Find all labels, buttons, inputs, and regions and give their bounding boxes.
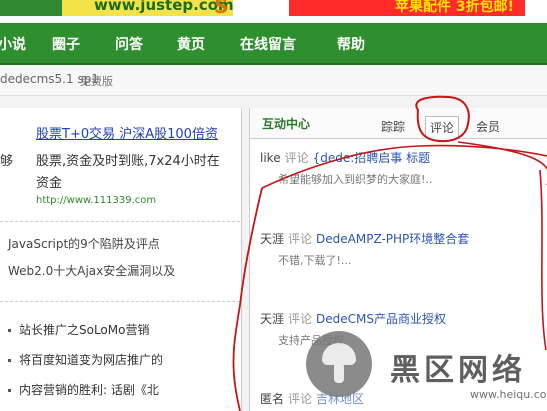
ad-body-line2: 资金 <box>36 176 63 191</box>
comment-text: 不错,下载了!... <box>278 254 352 267</box>
ad-url[interactable]: http://www.111339.com <box>36 195 156 206</box>
top-banner-strip: www.justep.com S 苹果配件 3折包邮! <box>0 0 547 22</box>
comment-article-link[interactable]: {dede:招聘启事 标题 <box>313 151 431 165</box>
watermark-url: www.heiqu.com <box>470 388 547 401</box>
ad-left-fragment: 够 <box>0 154 14 169</box>
version-free-label: 免费版 <box>80 75 113 88</box>
comment-user[interactable]: 匿名 <box>260 392 284 406</box>
partner-banner-url: www.justep.com <box>94 0 234 14</box>
promo-banner-right: 苹果配件 3折包邮! <box>395 0 514 15</box>
nav-item-guestbook[interactable]: 在线留言 <box>240 34 296 54</box>
partner-banner-s: S <box>214 0 229 18</box>
list-item-label: 内容营销的胜利: 话剧《北 <box>19 383 159 397</box>
tab-members[interactable]: 会员 <box>476 118 500 135</box>
version-bar: dedecms5.1 sp1 免费版 <box>0 65 547 96</box>
nav-item-help[interactable]: 帮助 <box>337 34 365 54</box>
mushroom-stem <box>334 363 344 383</box>
partner-banner-tag <box>0 0 62 16</box>
nav-item-qa[interactable]: 问答 <box>115 34 143 54</box>
panel-header: 互动中心 踪踪 评论 会员 <box>250 108 547 139</box>
nav-item-circle[interactable]: 圈子 <box>52 34 80 54</box>
comment-action: 评论 <box>284 151 309 165</box>
bullet-icon <box>8 329 11 332</box>
list-item[interactable]: 将百度知道变为网店推广的 <box>8 351 163 368</box>
comment-action: 评论 <box>288 392 313 406</box>
article-link-1[interactable]: JavaScript的9个陷阱及评点 <box>8 235 160 252</box>
article-link-2[interactable]: Web2.0十大Ajax安全漏洞以及 <box>8 262 175 279</box>
list-item[interactable]: 内容营销的胜利: 话剧《北 <box>8 381 159 398</box>
tab-tracking[interactable]: 踪踪 <box>381 118 405 135</box>
ad-title-link[interactable]: 股票T+0交易 沪深A股100倍资 <box>36 123 218 142</box>
ad-body-line1: 股票,资金及时到账,7x24小时在 <box>36 154 220 169</box>
list-item-label: 站长推广之SoLoMo营销 <box>19 323 150 337</box>
divider <box>0 301 240 302</box>
comment-entry: like 评论 {dede:招聘启事 标题 <box>260 149 430 166</box>
nav-item-novel[interactable]: 小说 <box>0 34 26 54</box>
panel-title: 互动中心 <box>262 117 311 131</box>
list-item[interactable]: 站长推广之SoLoMo营销 <box>8 321 149 338</box>
mushroom-cap <box>322 343 356 365</box>
main-nav: 小说 圈子 问答 黄页 在线留言 帮助 <box>0 23 547 65</box>
comment-entry: 天涯 评论 DedeCMS产品商业授权 <box>260 310 446 327</box>
comment-user[interactable]: like <box>260 151 281 165</box>
bullet-icon <box>8 359 11 362</box>
watermark-text: 黑区网络 <box>390 353 526 388</box>
comment-user[interactable]: 天涯 <box>260 232 284 246</box>
comment-user[interactable]: 天涯 <box>260 312 284 326</box>
partner-banner[interactable]: www.justep.com S <box>0 0 234 18</box>
promo-banner[interactable]: 苹果配件 3折包邮! <box>289 0 525 16</box>
comment-action: 评论 <box>288 312 313 326</box>
divider <box>0 221 240 222</box>
comment-article-link[interactable]: DedeCMS产品商业授权 <box>316 312 446 326</box>
left-column: 股票T+0交易 沪深A股100倍资 够 股票,资金及时到账,7x24小时在 资金… <box>0 108 242 411</box>
comment-article-link[interactable]: DedeAMPZ-PHP环境整合套 <box>316 232 469 246</box>
watermark-logo-icon <box>306 331 372 397</box>
nav-item-yellowpages[interactable]: 黄页 <box>177 34 205 54</box>
tab-comments[interactable]: 评论 <box>425 116 460 139</box>
list-item-label: 将百度知道变为网店推广的 <box>19 353 164 367</box>
comment-text: 希望能够加入到织梦的大家庭!.. <box>278 173 433 186</box>
bullet-icon <box>8 389 11 392</box>
comment-action: 评论 <box>288 232 313 246</box>
comment-entry: 天涯 评论 DedeAMPZ-PHP环境整合套 <box>260 230 469 247</box>
